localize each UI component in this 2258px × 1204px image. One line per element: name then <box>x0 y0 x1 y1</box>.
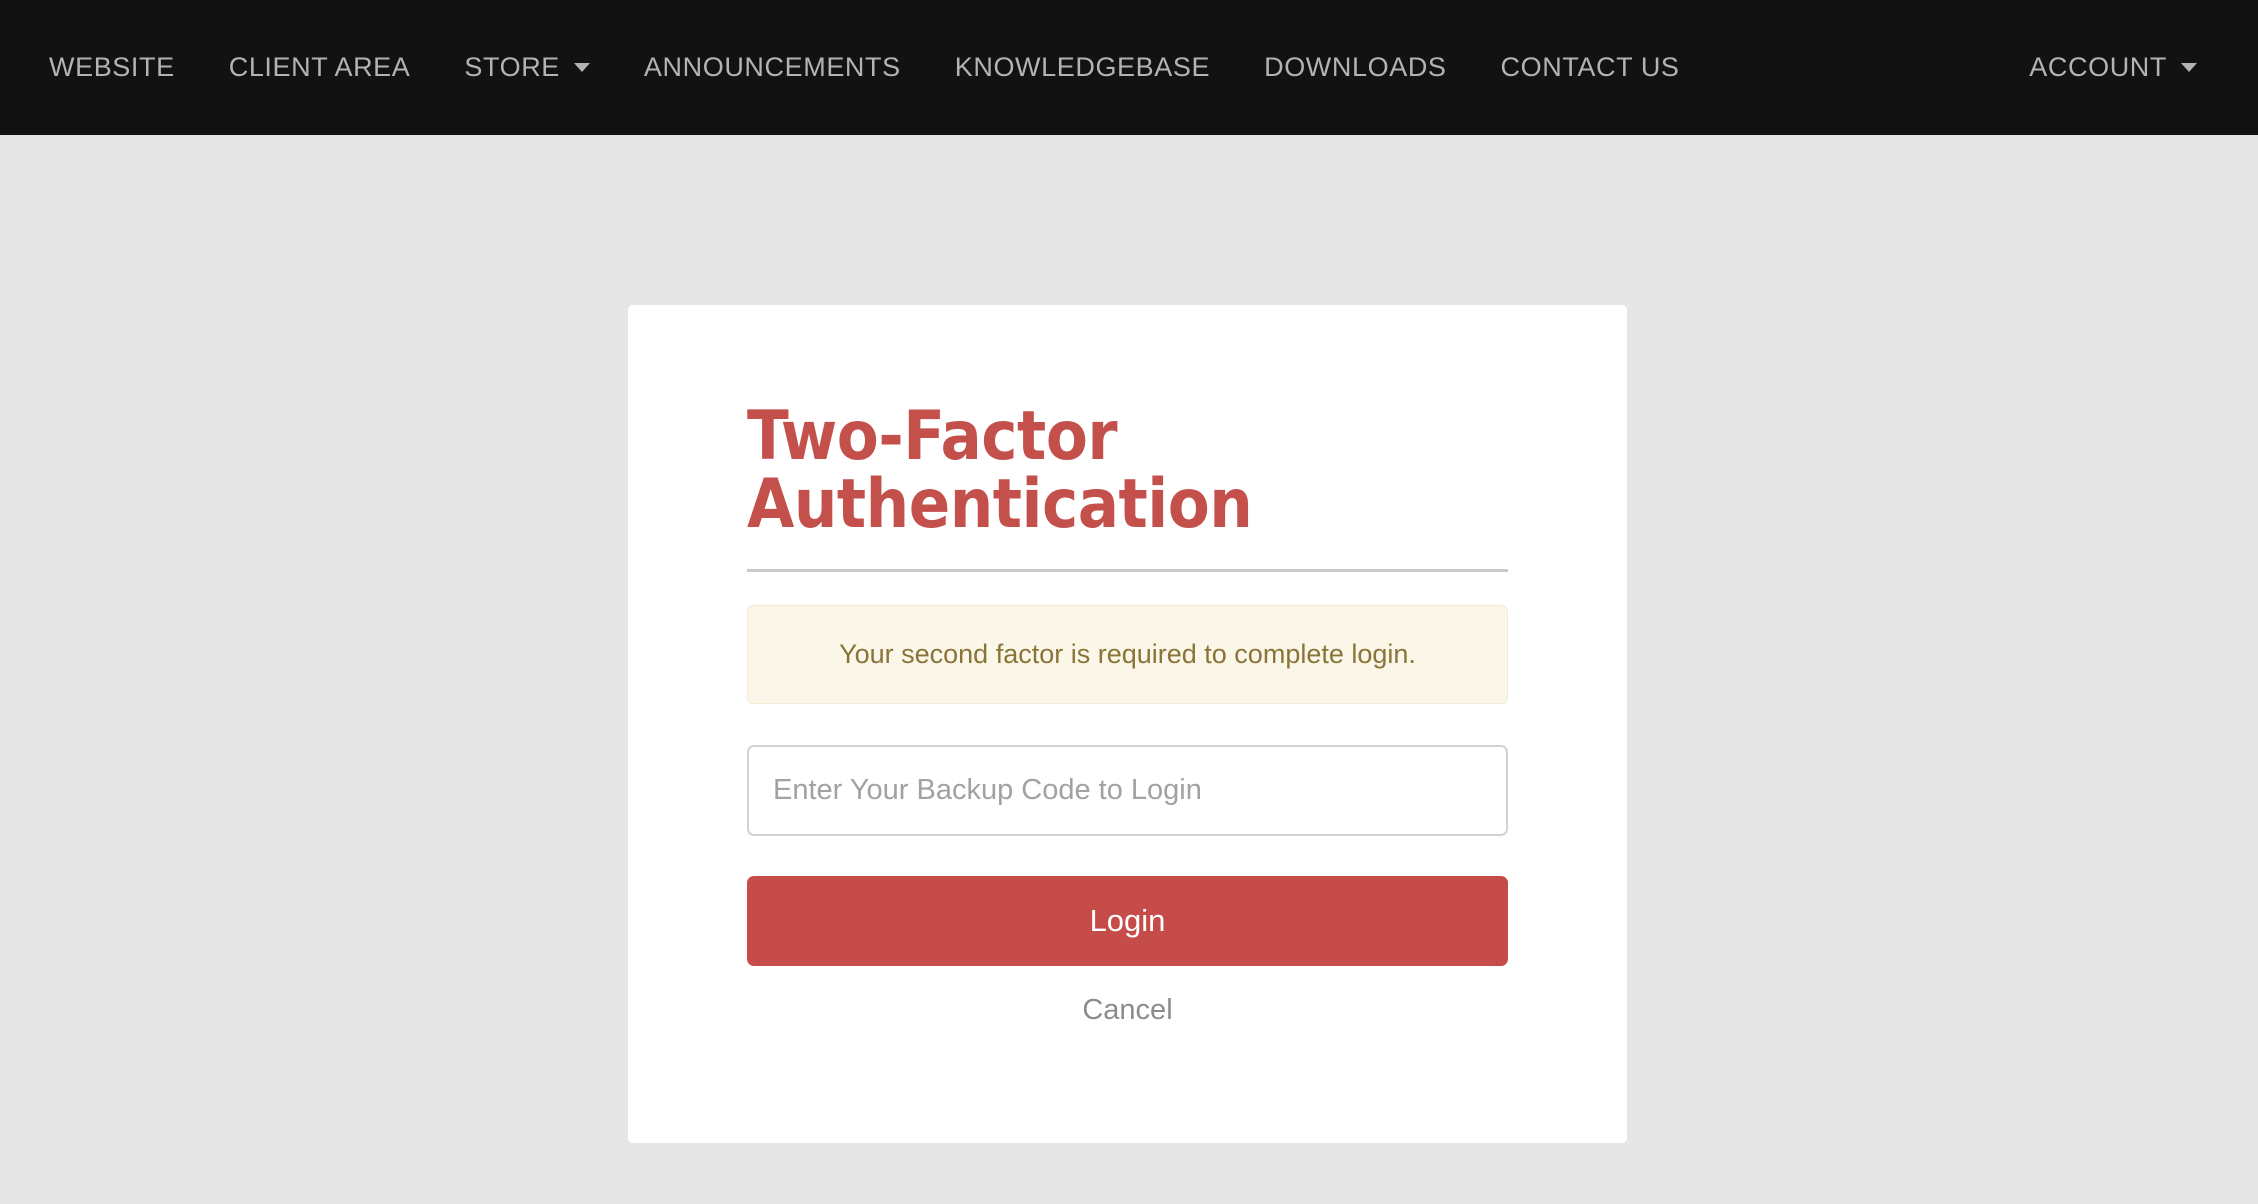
chevron-down-icon <box>573 63 590 72</box>
primary-nav: WEBSITE CLIENT AREA STORE ANNOUNCEMENTS … <box>0 40 1707 95</box>
nav-item-label: ANNOUNCEMENTS <box>643 52 901 82</box>
nav-item-label: DOWNLOADS <box>1264 52 1447 82</box>
nav-item-label: KNOWLEDGEBASE <box>954 52 1211 82</box>
nav-item-client-area[interactable]: CLIENT AREA <box>202 40 438 95</box>
second-factor-alert: Your second factor is required to comple… <box>747 605 1508 705</box>
login-button[interactable]: Login <box>747 876 1508 967</box>
nav-item-store[interactable]: STORE <box>437 40 617 95</box>
chevron-down-icon <box>2181 63 2197 72</box>
nav-item-downloads[interactable]: DOWNLOADS <box>1237 40 1473 95</box>
nav-item-account[interactable]: ACCOUNT <box>2002 40 2224 95</box>
nav-item-contact-us[interactable]: CONTACT US <box>1474 40 1707 95</box>
nav-item-label: CONTACT US <box>1500 52 1680 82</box>
backup-code-input[interactable] <box>747 745 1508 837</box>
nav-item-label: STORE <box>464 52 560 82</box>
page-title: Two-Factor Authentication <box>747 397 1253 544</box>
two-factor-card: Two-Factor Authentication Your second fa… <box>628 305 1627 1143</box>
card-body: Two-Factor Authentication Your second fa… <box>747 305 1508 1027</box>
main-content: Two-Factor Authentication Your second fa… <box>0 135 2258 1204</box>
nav-item-label: CLIENT AREA <box>228 52 411 82</box>
secondary-nav: ACCOUNT <box>2002 40 2258 95</box>
top-navbar: WEBSITE CLIENT AREA STORE ANNOUNCEMENTS … <box>0 0 2258 135</box>
nav-item-label: ACCOUNT <box>2029 52 2167 82</box>
cancel-link[interactable]: Cancel <box>747 994 1508 1027</box>
nav-item-announcements[interactable]: ANNOUNCEMENTS <box>617 40 928 95</box>
nav-item-knowledgebase[interactable]: KNOWLEDGEBASE <box>928 40 1237 95</box>
nav-item-website[interactable]: WEBSITE <box>22 40 202 95</box>
nav-item-label: WEBSITE <box>49 52 175 82</box>
title-divider <box>747 569 1508 572</box>
